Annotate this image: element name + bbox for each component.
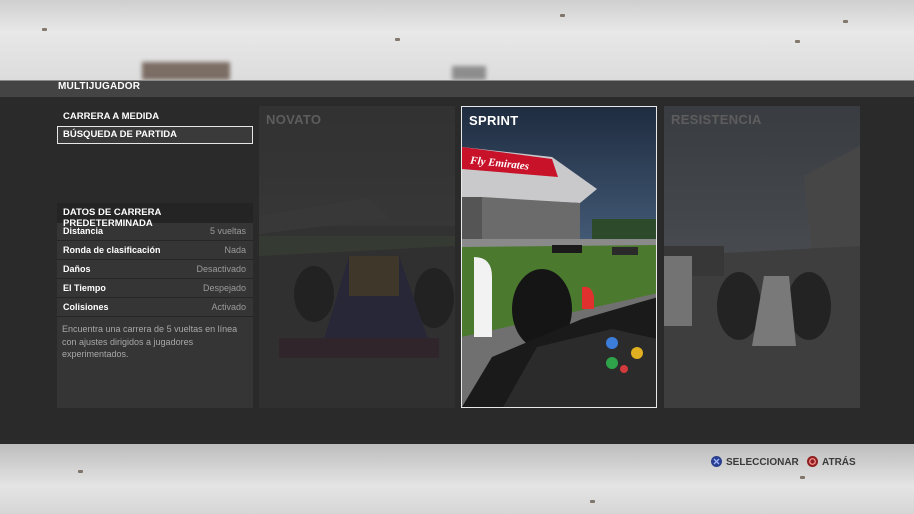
background-speck — [800, 476, 805, 479]
race-details-heading: DATOS DE CARRERA PREDETERMINADA — [57, 203, 253, 229]
back-hint[interactable]: ATRÁS — [807, 456, 856, 470]
detail-key: Daños — [63, 264, 91, 274]
detail-key: Colisiones — [63, 302, 109, 312]
mode-card-sprint[interactable]: Fly Emirates SPRINT — [461, 106, 657, 408]
background-speck — [78, 470, 83, 473]
background-speck — [843, 20, 848, 23]
menu-item-busqueda-de-partida[interactable]: BÚSQUEDA DE PARTIDA — [57, 126, 253, 144]
page-title: MULTIJUGADOR — [58, 81, 141, 92]
detail-row-distancia: Distancia 5 vueltas — [57, 223, 253, 241]
mode-card-label: RESISTENCIA — [671, 112, 762, 127]
detail-value: Despejado — [202, 283, 246, 293]
detail-value: Activado — [211, 302, 246, 312]
background-bottom — [0, 444, 914, 514]
cross-button-icon — [711, 456, 722, 467]
background-speck — [795, 40, 800, 43]
background-speck — [42, 28, 47, 31]
mode-card-resistencia[interactable]: RESISTENCIA — [664, 106, 860, 408]
mode-card-novato[interactable]: NOVATO — [259, 106, 455, 408]
circle-button-icon — [807, 456, 818, 467]
background-blur-shape — [452, 66, 486, 80]
detail-value: 5 vueltas — [209, 226, 246, 236]
menu-item-carrera-a-medida[interactable]: CARRERA A MEDIDA — [57, 108, 253, 126]
sprint-track-image — [462, 107, 656, 407]
select-label: SELECCIONAR — [726, 457, 799, 468]
detail-row-colisiones: Colisiones Activado — [57, 299, 253, 317]
detail-key: Distancia — [63, 226, 104, 236]
menu-item-label: BÚSQUEDA DE PARTIDA — [63, 129, 178, 140]
card-dim-overlay — [259, 106, 455, 408]
detail-key: El Tiempo — [63, 283, 106, 293]
back-label: ATRÁS — [822, 457, 856, 468]
background-speck — [590, 500, 595, 503]
detail-row-ronda-clasificacion: Ronda de clasificación Nada — [57, 242, 253, 260]
mode-card-label: SPRINT — [469, 113, 519, 128]
menu-item-label: CARRERA A MEDIDA — [63, 111, 160, 122]
detail-row-danos: Daños Desactivado — [57, 261, 253, 279]
select-hint[interactable]: SELECCIONAR — [711, 456, 799, 470]
detail-value: Nada — [224, 245, 246, 255]
detail-key: Ronda de clasificación — [63, 245, 161, 255]
background-blur-shape — [142, 62, 230, 80]
detail-row-el-tiempo: El Tiempo Despejado — [57, 280, 253, 298]
detail-value: Desactivado — [196, 264, 246, 274]
race-description: Encuentra una carrera de 5 vueltas en lí… — [62, 324, 238, 359]
background-speck — [395, 38, 400, 41]
background-speck — [560, 14, 565, 17]
background-top — [0, 0, 914, 80]
card-dim-overlay — [664, 106, 860, 408]
mode-card-label: NOVATO — [266, 112, 322, 127]
